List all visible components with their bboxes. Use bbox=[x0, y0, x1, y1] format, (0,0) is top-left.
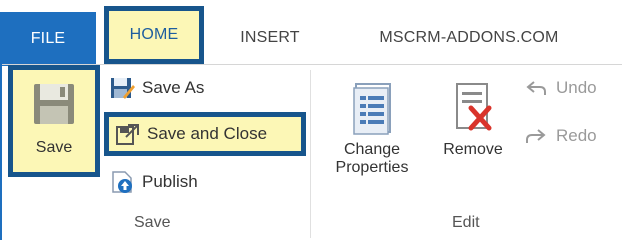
tab-home[interactable]: HOME bbox=[104, 6, 204, 64]
undo-icon bbox=[522, 74, 550, 102]
ribbon-left-edge bbox=[0, 64, 2, 240]
save-as-label: Save As bbox=[142, 78, 205, 97]
tab-file[interactable]: FILE bbox=[0, 12, 96, 66]
redo-icon bbox=[522, 122, 550, 150]
undo-label: Undo bbox=[556, 78, 597, 97]
tab-insert[interactable]: INSERT bbox=[220, 12, 320, 64]
save-close-icon bbox=[113, 120, 141, 148]
redo-label: Redo bbox=[556, 126, 597, 145]
publish-button[interactable]: Publish bbox=[108, 166, 198, 198]
tab-mscrm-addons[interactable]: MSCRM-ADDONS.COM bbox=[334, 12, 604, 64]
publish-icon bbox=[108, 168, 136, 196]
floppy-disk-icon bbox=[30, 80, 78, 133]
undo-button[interactable]: Undo bbox=[522, 72, 597, 104]
publish-label: Publish bbox=[142, 172, 198, 191]
save-button-label: Save bbox=[35, 139, 73, 156]
edit-group-label: Edit bbox=[452, 214, 480, 231]
save-group-label: Save bbox=[134, 214, 171, 231]
change-properties-label-line1: Change bbox=[343, 141, 401, 158]
save-as-icon bbox=[108, 74, 136, 102]
save-button[interactable]: Save bbox=[8, 65, 100, 177]
change-properties-icon bbox=[348, 80, 396, 141]
remove-icon bbox=[449, 80, 497, 141]
change-properties-label-line2: Properties bbox=[335, 159, 409, 176]
remove-label: Remove bbox=[443, 141, 503, 158]
redo-button[interactable]: Redo bbox=[522, 120, 597, 152]
save-and-close-button[interactable]: Save and Close bbox=[104, 112, 306, 156]
change-properties-button[interactable]: Change Properties bbox=[322, 80, 422, 177]
save-as-button[interactable]: Save As bbox=[108, 72, 204, 104]
ribbon-tab-strip: FILE HOME INSERT MSCRM-ADDONS.COM bbox=[0, 0, 622, 66]
remove-button[interactable]: Remove bbox=[428, 80, 518, 159]
save-and-close-label: Save and Close bbox=[147, 124, 268, 143]
group-separator bbox=[310, 70, 311, 238]
